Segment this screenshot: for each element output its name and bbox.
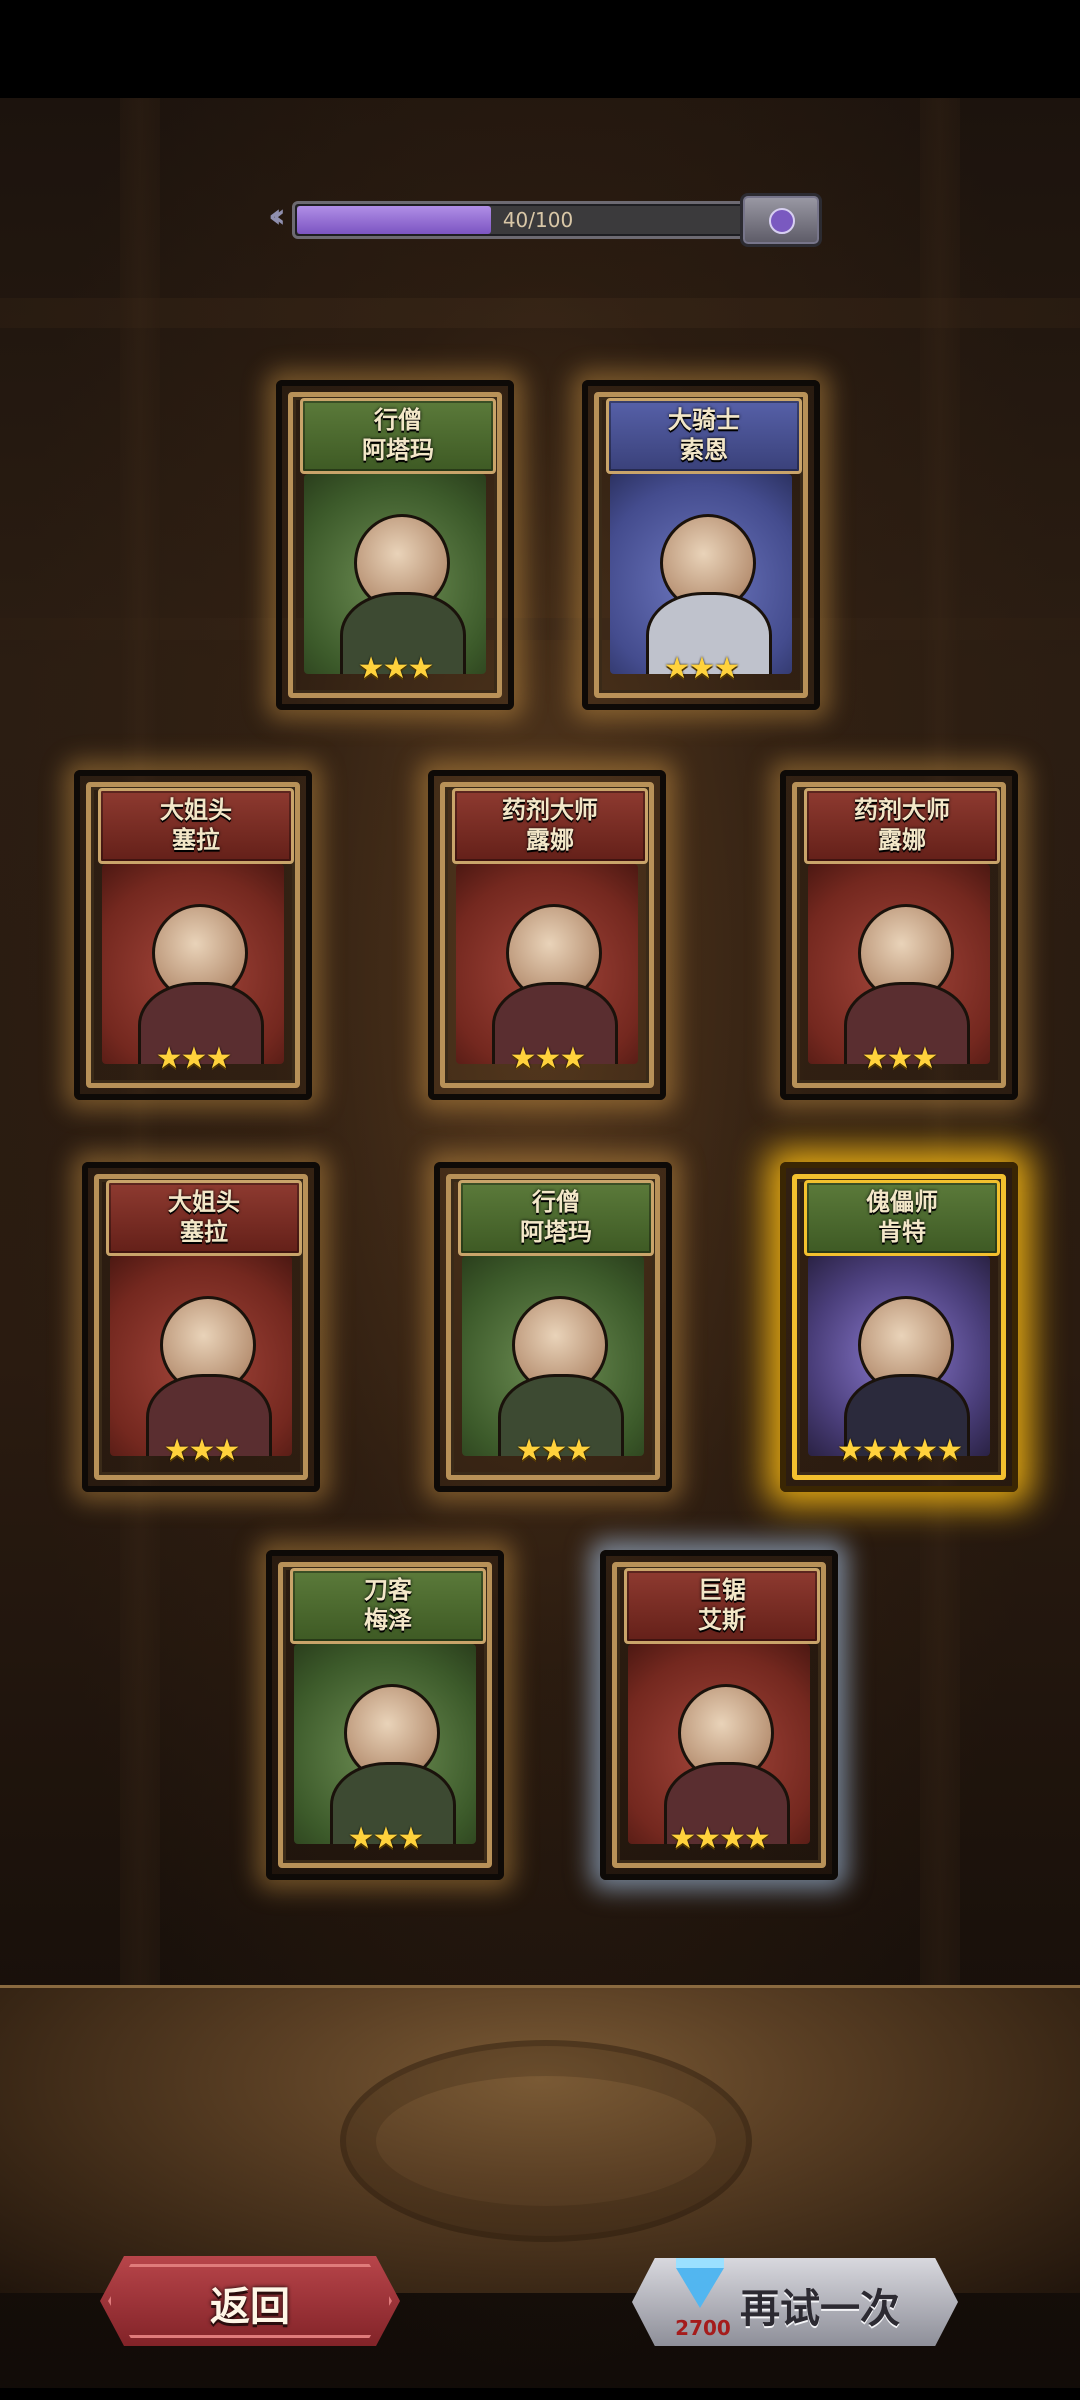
card-banner: 行僧 阿塔玛: [300, 398, 496, 474]
star-rating: ★★★★★: [836, 1433, 963, 1468]
hero-portrait: [628, 1644, 810, 1844]
hero-card[interactable]: 刀客 梅泽 ★★★: [266, 1550, 504, 1880]
card-title-line1: 大姐头: [168, 1188, 240, 1216]
card-banner: 大骑士 索恩: [606, 398, 802, 474]
progress-label: 40/100: [502, 208, 574, 232]
card-title-line1: 行僧: [532, 1188, 580, 1216]
retry-button-label: 再试一次: [740, 2286, 900, 2332]
card-banner: 巨锯 艾斯: [624, 1568, 820, 1644]
card-title-line1: 药剂大师: [854, 796, 950, 824]
star-rating: ★★★: [357, 651, 435, 686]
card-title-line2: 肯特: [878, 1218, 926, 1246]
table-emblem: [340, 2040, 752, 2242]
retry-cost: 2700: [675, 2316, 731, 2340]
card-title-line2: 索恩: [680, 436, 728, 464]
star-rating: ★★★: [663, 651, 741, 686]
hero-portrait: [610, 474, 792, 674]
hero-portrait: [456, 864, 638, 1064]
card-title-line2: 梅泽: [364, 1606, 412, 1634]
star-rating: ★★★: [155, 1041, 233, 1076]
card-banner: 大姐头 塞拉: [106, 1180, 302, 1256]
hero-card-legendary[interactable]: 傀儡师 肯特 ★★★★★: [780, 1162, 1018, 1492]
hero-portrait: [294, 1644, 476, 1844]
hero-portrait: [110, 1256, 292, 1456]
hero-portrait: [808, 864, 990, 1064]
card-title-line1: 药剂大师: [502, 796, 598, 824]
card-title-line1: 巨锯: [698, 1576, 746, 1604]
card-title-line2: 露娜: [878, 826, 926, 854]
card-title-line2: 阿塔玛: [362, 436, 434, 464]
card-title-line2: 艾斯: [698, 1606, 746, 1634]
card-banner: 大姐头 塞拉: [98, 788, 294, 864]
card-banner: 刀客 梅泽: [290, 1568, 486, 1644]
reward-chest-icon[interactable]: [740, 193, 822, 247]
hero-card[interactable]: 大姐头 塞拉 ★★★: [82, 1162, 320, 1492]
card-banner: 傀儡师 肯特: [804, 1180, 1000, 1256]
card-banner: 药剂大师 露娜: [804, 788, 1000, 864]
hero-card[interactable]: 行僧 阿塔玛 ★★★: [434, 1162, 672, 1492]
star-rating: ★★★★: [669, 1821, 771, 1856]
card-banner: 行僧 阿塔玛: [458, 1180, 654, 1256]
card-title-line1: 行僧: [374, 406, 422, 434]
hero-portrait: [808, 1256, 990, 1456]
hero-card[interactable]: 巨锯 艾斯 ★★★★: [600, 1550, 838, 1880]
hero-portrait: [304, 474, 486, 674]
hero-card[interactable]: 药剂大师 露娜 ★★★: [428, 770, 666, 1100]
hero-card[interactable]: 药剂大师 露娜 ★★★: [780, 770, 1018, 1100]
card-title-line2: 塞拉: [180, 1218, 228, 1246]
star-rating: ★★★: [163, 1433, 241, 1468]
card-title-line2: 塞拉: [172, 826, 220, 854]
card-title-line1: 傀儡师: [866, 1188, 938, 1216]
star-rating: ★★★: [515, 1433, 593, 1468]
star-rating: ★★★: [861, 1041, 939, 1076]
card-title-line2: 露娜: [526, 826, 574, 854]
retry-button[interactable]: 2700 再试一次: [632, 2258, 958, 2346]
star-rating: ★★★: [347, 1821, 425, 1856]
hero-portrait: [102, 864, 284, 1064]
card-title-line1: 刀客: [364, 1576, 412, 1604]
hero-card[interactable]: 行僧 阿塔玛 ★★★: [276, 380, 514, 710]
double-chevron-left-icon: ‹‹: [268, 196, 286, 236]
card-banner: 药剂大师 露娜: [452, 788, 648, 864]
card-title-line1: 大骑士: [668, 406, 740, 434]
summon-progress-bar: ‹‹ 40/100: [268, 193, 822, 247]
hero-card[interactable]: 大骑士 索恩 ★★★: [582, 380, 820, 710]
card-title-line1: 大姐头: [160, 796, 232, 824]
card-title-line2: 阿塔玛: [520, 1218, 592, 1246]
hero-portrait: [462, 1256, 644, 1456]
hero-card[interactable]: 大姐头 塞拉 ★★★: [74, 770, 312, 1100]
progress-track: 40/100: [292, 201, 784, 239]
diamond-icon: [676, 2258, 724, 2308]
star-rating: ★★★: [509, 1041, 587, 1076]
